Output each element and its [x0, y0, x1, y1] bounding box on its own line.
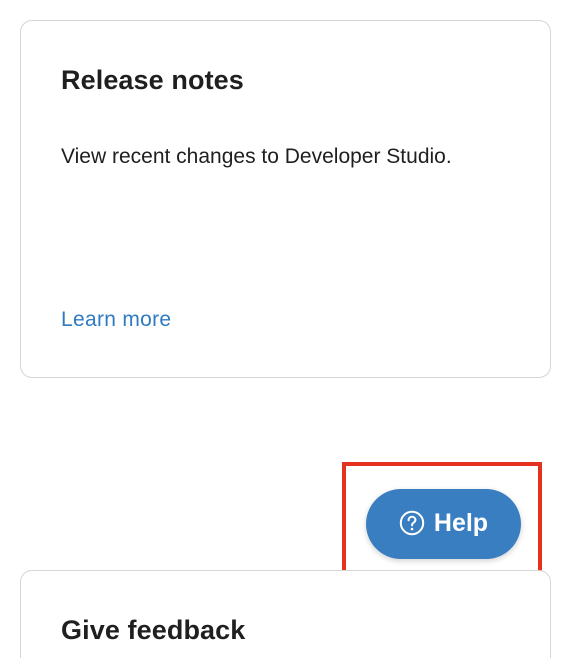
- release-notes-description: View recent changes to Developer Studio.: [61, 145, 452, 168]
- page: Release notes View recent changes to Dev…: [0, 0, 570, 658]
- help-button-label: Help: [433, 508, 489, 537]
- release-notes-card: Release notes View recent changes to Dev…: [20, 20, 551, 378]
- question-circle-icon: [399, 510, 425, 536]
- help-button[interactable]: Help: [366, 489, 521, 559]
- give-feedback-card: Give feedback: [20, 570, 551, 658]
- learn-more-link[interactable]: Learn more: [61, 308, 171, 332]
- release-notes-title: Release notes: [61, 65, 244, 95]
- give-feedback-title: Give feedback: [61, 615, 246, 645]
